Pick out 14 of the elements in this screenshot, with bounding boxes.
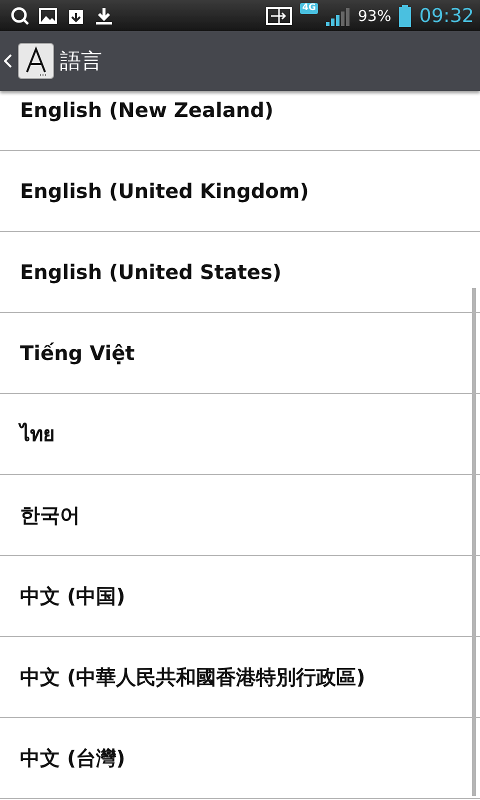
- battery-percent: 93%: [358, 6, 392, 24]
- language-item[interactable]: English (New Zealand): [0, 91, 480, 151]
- download-icon: [94, 6, 114, 26]
- search-icon: [10, 6, 30, 26]
- clock: 09:32: [419, 4, 474, 26]
- screen-title: 語言: [60, 48, 102, 75]
- language-item[interactable]: English (United Kingdom): [0, 151, 480, 232]
- battery-icon: [399, 4, 412, 26]
- network-type-label: 4G: [300, 3, 318, 14]
- back-icon[interactable]: [4, 54, 12, 68]
- image-icon: [38, 6, 58, 26]
- font-letter-icon[interactable]: [18, 43, 54, 79]
- screen-share-icon: [266, 6, 292, 26]
- signal-icon: [326, 6, 350, 26]
